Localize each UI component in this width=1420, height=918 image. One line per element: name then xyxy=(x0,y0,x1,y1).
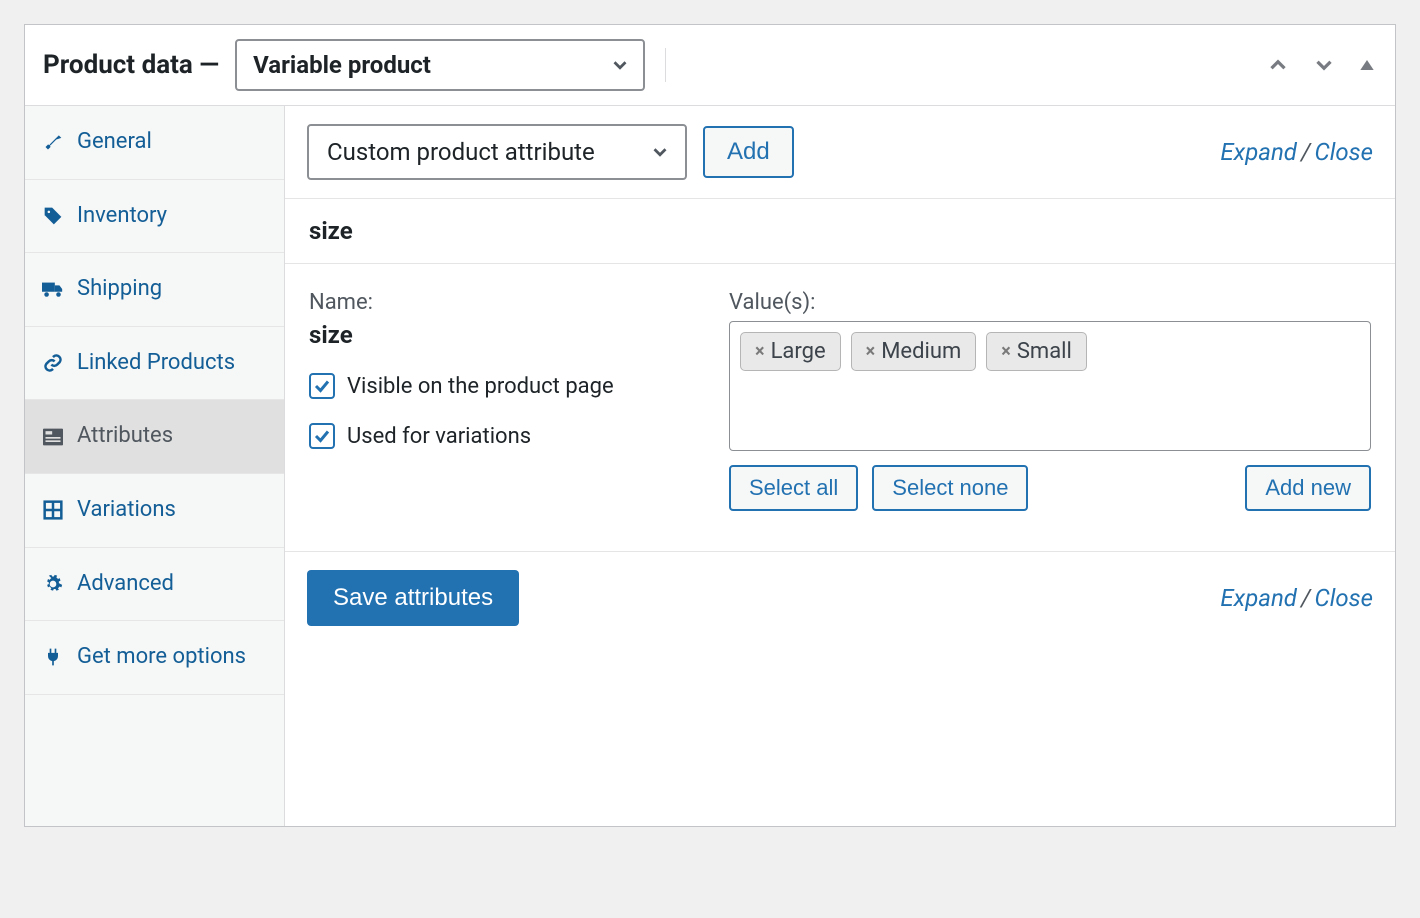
toggle-collapse-icon[interactable] xyxy=(1357,55,1377,75)
spacer xyxy=(1042,465,1231,511)
move-down-icon[interactable] xyxy=(1311,52,1337,78)
attribute-toolbar: Custom product attribute Add Expand/Clos… xyxy=(285,106,1395,198)
select-none-button[interactable]: Select none xyxy=(872,465,1028,511)
tag-label: Small xyxy=(1017,339,1072,364)
expand-close-bottom: Expand/Close xyxy=(1220,584,1373,612)
separator xyxy=(665,48,666,82)
product-data-panel: Product data — Variable product General xyxy=(24,24,1396,827)
add-attribute-button[interactable]: Add xyxy=(703,126,794,178)
panel-body: General Inventory Shipping Linked Produc… xyxy=(25,106,1395,826)
content: Custom product attribute Add Expand/Clos… xyxy=(285,106,1395,826)
sidebar-item-label: Variations xyxy=(77,496,176,525)
attribute-row-body: Name: size Visible on the product page U… xyxy=(285,264,1395,552)
gear-icon xyxy=(41,574,65,594)
name-label: Name: xyxy=(309,290,689,315)
add-new-button[interactable]: Add new xyxy=(1245,465,1371,511)
sidebar-item-label: Attributes xyxy=(77,422,173,451)
remove-tag-icon[interactable]: × xyxy=(866,341,876,362)
attribute-type-value: Custom product attribute xyxy=(327,138,595,166)
sidebar-item-label: Advanced xyxy=(77,570,174,599)
attribute-left-col: Name: size Visible on the product page U… xyxy=(309,290,689,511)
grid-icon xyxy=(41,500,65,520)
check-icon xyxy=(313,427,331,445)
sidebar-item-variations[interactable]: Variations xyxy=(25,474,284,548)
attribute-type-select[interactable]: Custom product attribute xyxy=(307,124,687,180)
remove-tag-icon[interactable]: × xyxy=(1001,341,1011,362)
used-checkbox-row: Used for variations xyxy=(309,423,689,449)
sidebar-item-shipping[interactable]: Shipping xyxy=(25,253,284,327)
chevron-down-icon xyxy=(609,54,631,76)
remove-tag-icon[interactable]: × xyxy=(755,341,765,362)
sidebar-item-get-more[interactable]: Get more options xyxy=(25,621,284,695)
values-label: Value(s): xyxy=(729,290,1371,315)
sidebar-item-label: Shipping xyxy=(77,275,162,304)
used-checkbox[interactable] xyxy=(309,423,335,449)
close-link[interactable]: Close xyxy=(1315,584,1373,612)
sidebar-item-label: Inventory xyxy=(77,202,167,231)
move-up-icon[interactable] xyxy=(1265,52,1291,78)
save-attributes-button[interactable]: Save attributes xyxy=(307,570,519,626)
wrench-icon xyxy=(41,132,65,152)
product-type-select[interactable]: Variable product xyxy=(235,39,645,91)
sidebar-item-advanced[interactable]: Advanced xyxy=(25,548,284,622)
sidebar-item-inventory[interactable]: Inventory xyxy=(25,180,284,254)
expand-link[interactable]: Expand xyxy=(1220,584,1297,612)
value-tag: × Small xyxy=(986,332,1087,371)
tag-label: Large xyxy=(771,339,826,364)
name-value: size xyxy=(309,321,689,349)
attribute-footer: Save attributes Expand/Close xyxy=(285,552,1395,650)
sidebar-item-attributes[interactable]: Attributes xyxy=(25,400,284,474)
sidebar-item-label: General xyxy=(77,128,152,157)
panel-header-actions xyxy=(1265,52,1377,78)
visible-label: Visible on the product page xyxy=(347,374,614,399)
close-link[interactable]: Close xyxy=(1315,138,1373,166)
plug-icon xyxy=(41,647,65,667)
product-type-value: Variable product xyxy=(253,51,431,79)
panel-title: Product data — xyxy=(43,50,219,80)
expand-link[interactable]: Expand xyxy=(1220,138,1297,166)
slash: / xyxy=(1297,138,1315,166)
panel-icon xyxy=(41,428,65,446)
sidebar-item-label: Linked Products xyxy=(77,349,235,378)
visible-checkbox-row: Visible on the product page xyxy=(309,373,689,399)
used-label: Used for variations xyxy=(347,424,531,449)
sidebar-item-linked-products[interactable]: Linked Products xyxy=(25,327,284,401)
panel-header: Product data — Variable product xyxy=(25,25,1395,106)
slash: / xyxy=(1297,584,1315,612)
sidebar-item-label: Get more options xyxy=(77,643,246,672)
truck-icon xyxy=(41,279,65,299)
select-all-button[interactable]: Select all xyxy=(729,465,858,511)
visible-checkbox[interactable] xyxy=(309,373,335,399)
sidebar: General Inventory Shipping Linked Produc… xyxy=(25,106,285,826)
value-buttons: Select all Select none Add new xyxy=(729,465,1371,511)
chevron-down-icon xyxy=(649,141,671,163)
value-tag: ×Medium xyxy=(851,332,977,371)
link-icon xyxy=(41,353,65,373)
tag-label: Medium xyxy=(881,339,961,364)
values-input[interactable]: ×Large×Medium×Small xyxy=(729,321,1371,451)
expand-close-top: Expand/Close xyxy=(1220,138,1373,166)
attribute-row-header[interactable]: size xyxy=(285,198,1395,264)
value-tag: × Large xyxy=(740,332,841,371)
attribute-right-col: Value(s): ×Large×Medium×Small Select all… xyxy=(729,290,1371,511)
check-icon xyxy=(313,377,331,395)
sidebar-item-general[interactable]: General xyxy=(25,106,284,180)
tag-icon xyxy=(41,206,65,226)
